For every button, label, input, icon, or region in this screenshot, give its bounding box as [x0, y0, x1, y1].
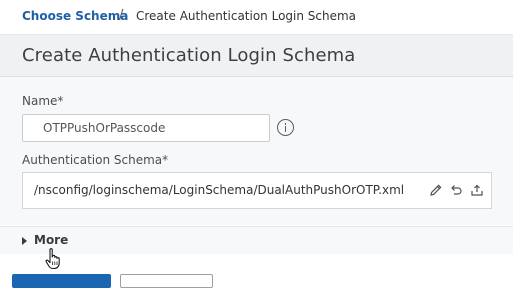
- more-expander[interactable]: More: [0, 226, 513, 255]
- upload-icon[interactable]: [470, 183, 484, 197]
- authentication-schema-field[interactable]: /nsconfig/loginschema/LoginSchema/DualAu…: [22, 172, 492, 209]
- caret-right-icon: [22, 237, 27, 245]
- breadcrumb-current: Create Authentication Login Schema: [136, 9, 357, 23]
- pencil-icon[interactable]: [429, 183, 443, 197]
- name-input[interactable]: OTPPushOrPasscode: [22, 114, 270, 142]
- info-icon[interactable]: [277, 119, 294, 136]
- close-button[interactable]: [120, 274, 213, 288]
- action-bar: [0, 254, 513, 288]
- page-header: Create Authentication Login Schema: [0, 35, 513, 77]
- hand-pointer-icon: [45, 248, 60, 270]
- authentication-schema-path: /nsconfig/loginschema/LoginSchema/DualAu…: [34, 183, 405, 197]
- schema-form: Name* OTPPushOrPasscode Authentication S…: [0, 77, 513, 225]
- undo-icon[interactable]: [449, 183, 463, 197]
- breadcrumb-choose-schema-link[interactable]: Choose Schema: [22, 9, 128, 23]
- more-label: More: [34, 233, 69, 247]
- breadcrumb-separator: /: [119, 8, 124, 23]
- breadcrumb: Choose Schema / Create Authentication Lo…: [0, 0, 513, 35]
- name-label: Name*: [22, 94, 64, 108]
- page-title: Create Authentication Login Schema: [22, 45, 356, 66]
- authentication-schema-label: Authentication Schema*: [22, 153, 169, 167]
- create-button[interactable]: [12, 274, 111, 288]
